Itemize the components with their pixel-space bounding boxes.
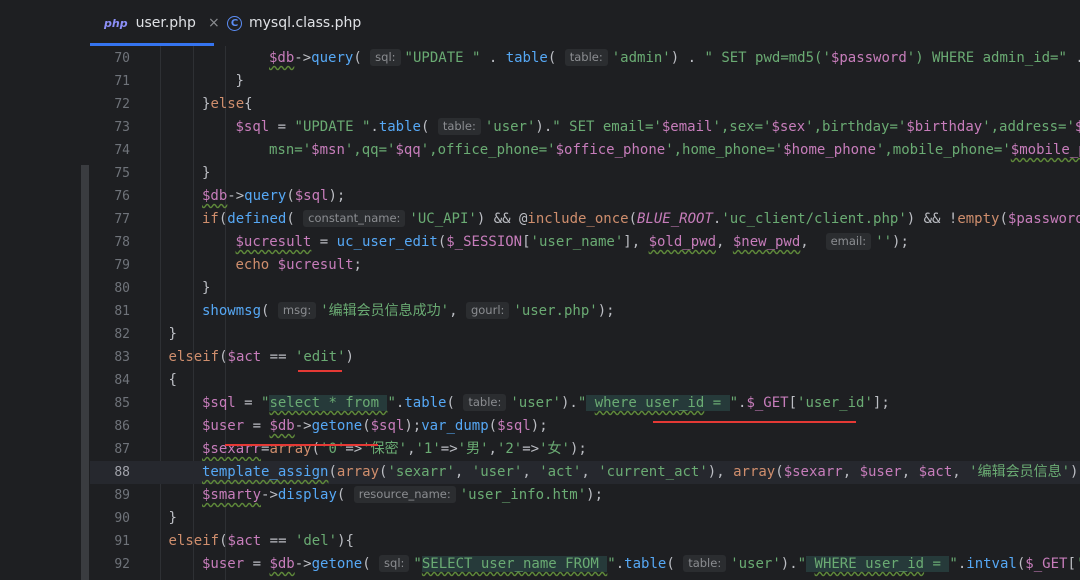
code-text[interactable]: $ucresult = uc_user_edit($_SESSION['user… xyxy=(236,231,909,254)
code-text[interactable]: } xyxy=(236,70,244,93)
code-line[interactable]: 80} xyxy=(90,277,1080,300)
line-number[interactable]: 91 xyxy=(90,530,130,553)
line-number[interactable]: 79 xyxy=(90,254,130,277)
code-line[interactable]: 76 $db->query($sql); xyxy=(90,185,1080,208)
code-line[interactable]: 88 template_assign(array('sexarr', 'user'… xyxy=(90,461,1080,484)
red-annotation-edit xyxy=(298,370,342,372)
line-number[interactable]: 92 xyxy=(90,553,130,576)
code-text[interactable]: } xyxy=(169,323,177,346)
code-text[interactable]: showmsg( msg: '编辑会员信息成功', gourl:'user.php… xyxy=(202,300,615,323)
code-editor[interactable]: 70 $db->query( sql: "UPDATE " . table( tab… xyxy=(90,46,1080,580)
line-number[interactable]: 73 xyxy=(90,116,130,139)
code-text[interactable]: $user = $db->getone( sql: "SELECT user_na… xyxy=(202,553,1080,576)
editor-tab-bar: php user.php × C mysql.class.php xyxy=(90,0,1080,47)
tab-label: mysql.class.php xyxy=(249,15,362,31)
code-line[interactable]: 75} xyxy=(90,162,1080,185)
line-number[interactable]: 76 xyxy=(90,185,130,208)
code-line[interactable]: 89 $smarty->display( resource_name:'user_… xyxy=(90,484,1080,507)
line-number[interactable]: 82 xyxy=(90,323,130,346)
code-line[interactable]: 92 $user = $db->getone( sql: "SELECT user_… xyxy=(90,553,1080,576)
code-line[interactable]: 82} xyxy=(90,323,1080,346)
red-annotation-where xyxy=(653,421,856,423)
code-line[interactable]: 74 msn='$msn',qq='$qq',office_phone='$off… xyxy=(90,139,1080,162)
tab-mysql-class-php[interactable]: C mysql.class.php xyxy=(227,0,361,46)
code-line[interactable]: 71} xyxy=(90,70,1080,93)
close-icon[interactable]: × xyxy=(208,15,220,31)
line-number[interactable]: 85 xyxy=(90,392,130,415)
code-line[interactable]: 81 showmsg( msg: '编辑会员信息成功', gourl:'user.p… xyxy=(90,300,1080,323)
line-number[interactable]: 86 xyxy=(90,415,130,438)
code-line[interactable]: 87 $sexarr=array('0'=>'保密','1'=>'男','2'=>… xyxy=(90,438,1080,461)
line-number[interactable]: 89 xyxy=(90,484,130,507)
code-line[interactable]: 73 $sql = "UPDATE ".table( table:'user').… xyxy=(90,116,1080,139)
code-line[interactable]: 90} xyxy=(90,507,1080,530)
line-number[interactable]: 90 xyxy=(90,507,130,530)
code-text[interactable]: msn='$msn',qq='$qq',office_phone='$offic… xyxy=(269,139,1080,162)
code-text[interactable]: if(defined( constant_name: 'UC_API') && @… xyxy=(202,208,1080,231)
line-number[interactable]: 72 xyxy=(90,93,130,116)
code-line[interactable]: 77 if(defined( constant_name: 'UC_API') &&… xyxy=(90,208,1080,231)
line-number[interactable]: 77 xyxy=(90,208,130,231)
line-number[interactable]: 83 xyxy=(90,346,130,369)
code-text[interactable]: $sql = "select * from ".table( table:'us… xyxy=(202,392,890,415)
line-number[interactable]: 75 xyxy=(90,162,130,185)
tab-user-php[interactable]: php user.php × xyxy=(90,0,220,46)
code-line[interactable]: 91 elseif($act == 'del'){ xyxy=(90,530,1080,553)
tab-label: user.php xyxy=(135,15,196,31)
code-text[interactable]: { xyxy=(169,369,177,392)
code-text[interactable]: $sql = "UPDATE ".table( table:'user')." … xyxy=(236,116,1080,139)
code-text[interactable]: template_assign(array('sexarr', 'user', … xyxy=(202,461,1080,484)
line-number[interactable]: 88 xyxy=(90,461,130,484)
code-line[interactable]: 72 }else{ xyxy=(90,93,1080,116)
code-text[interactable]: $db->query($sql); xyxy=(202,185,345,208)
code-text[interactable]: echo $ucresult; xyxy=(236,254,362,277)
class-file-icon: C xyxy=(227,15,242,31)
code-line[interactable]: 83 elseif($act == 'edit') xyxy=(90,346,1080,369)
line-number[interactable]: 74 xyxy=(90,139,130,162)
panel-scrollbar[interactable] xyxy=(81,165,89,580)
code-text[interactable]: }else{ xyxy=(202,93,253,116)
code-text[interactable]: elseif($act == 'edit') xyxy=(169,346,354,369)
line-number[interactable]: 80 xyxy=(90,277,130,300)
code-text[interactable]: } xyxy=(169,507,177,530)
code-line[interactable]: 86 $user = $db->getone($sql);var_dump($sq… xyxy=(90,415,1080,438)
code-line[interactable]: 84 { xyxy=(90,369,1080,392)
code-text[interactable]: elseif($act == 'del'){ xyxy=(169,530,354,553)
code-line[interactable]: 78 $ucresult = uc_user_edit($_SESSION['us… xyxy=(90,231,1080,254)
line-number[interactable]: 81 xyxy=(90,300,130,323)
code-line[interactable]: 70 $db->query( sql: "UPDATE " . table( tab… xyxy=(90,47,1080,70)
code-text[interactable]: } xyxy=(202,162,210,185)
code-text[interactable]: $smarty->display( resource_name:'user_in… xyxy=(202,484,603,507)
left-panel-strip xyxy=(0,0,90,580)
line-number[interactable]: 70 xyxy=(90,47,130,70)
php-file-icon: php xyxy=(104,16,128,30)
code-line[interactable]: 85 $sql = "select * from ".table( table: '… xyxy=(90,392,1080,415)
line-number[interactable]: 84 xyxy=(90,369,130,392)
code-text[interactable]: $sexarr=array('0'=>'保密','1'=>'男','2'=>'女… xyxy=(202,438,587,461)
line-number[interactable]: 71 xyxy=(90,70,130,93)
line-number[interactable]: 87 xyxy=(90,438,130,461)
code-text[interactable]: } xyxy=(202,277,210,300)
code-text[interactable]: $user = $db->getone($sql);var_dump($sql)… xyxy=(202,415,548,438)
red-annotation-user xyxy=(225,444,378,446)
code-text[interactable]: $db->query( sql: "UPDATE " . table( table… xyxy=(269,47,1080,70)
line-number[interactable]: 78 xyxy=(90,231,130,254)
code-line[interactable]: 79 echo $ucresult; xyxy=(90,254,1080,277)
